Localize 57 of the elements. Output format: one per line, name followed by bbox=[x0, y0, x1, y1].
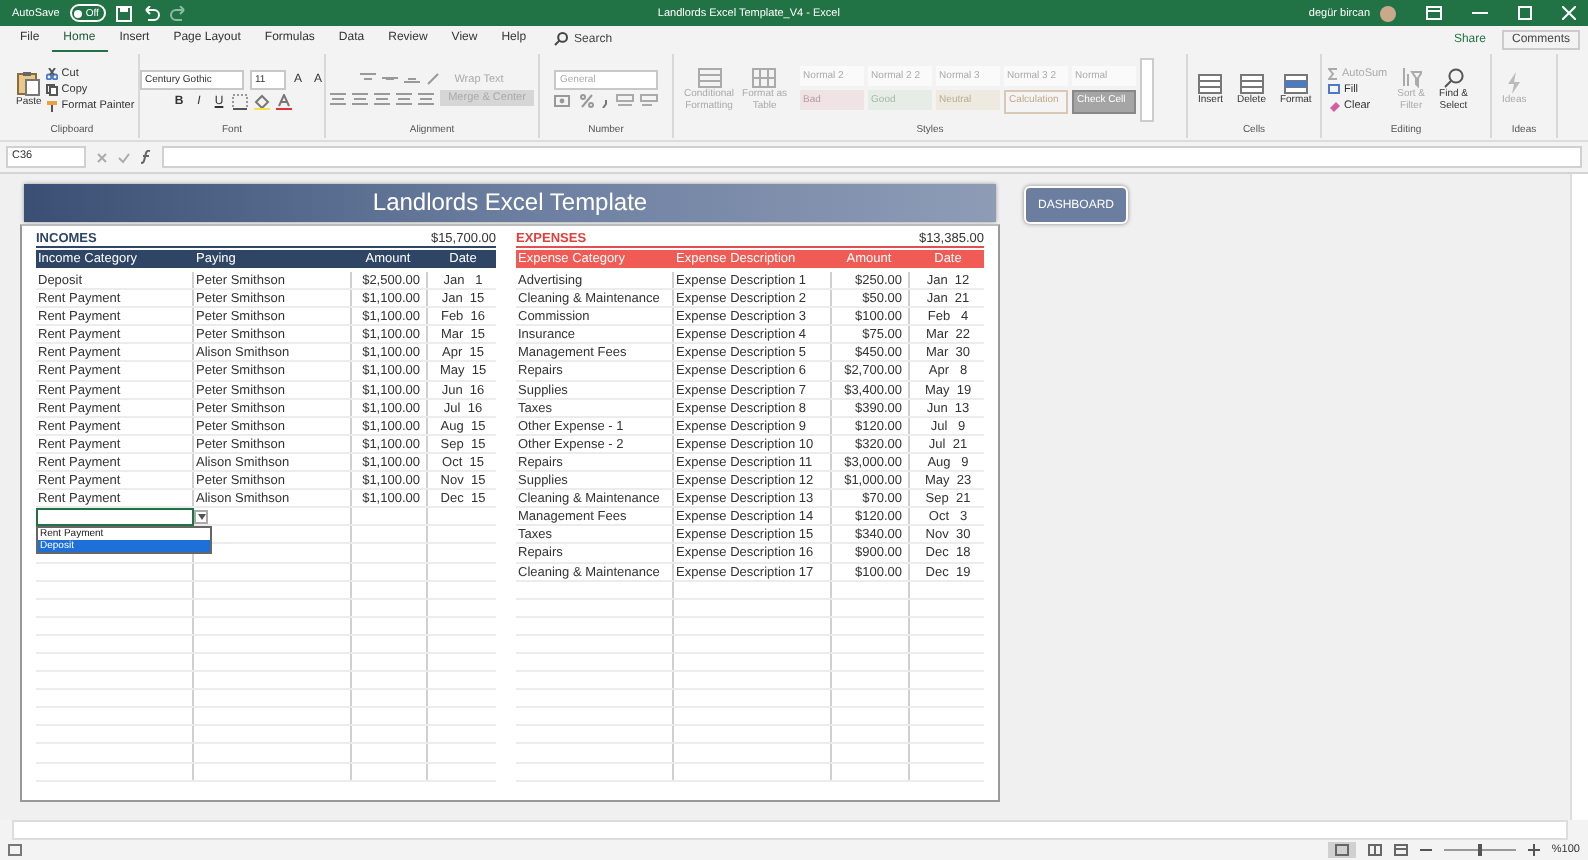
align-icon[interactable] bbox=[330, 91, 347, 105]
dropdown-cell[interactable] bbox=[36, 508, 194, 527]
align-icon[interactable] bbox=[374, 91, 391, 105]
dropdown-arrow-button[interactable] bbox=[194, 510, 208, 525]
sigma-icon bbox=[1328, 67, 1338, 79]
lightning-icon bbox=[1506, 72, 1523, 94]
vertical-align-icon[interactable] bbox=[360, 72, 377, 86]
align-icon[interactable] bbox=[396, 91, 413, 105]
percent-icon[interactable] bbox=[580, 94, 594, 108]
eraser-icon bbox=[1328, 99, 1340, 111]
align-icon[interactable] bbox=[418, 91, 435, 105]
vertical-scrollbar[interactable] bbox=[1570, 174, 1588, 820]
align-icon[interactable] bbox=[352, 91, 369, 105]
normal-view-icon[interactable] bbox=[1327, 842, 1356, 858]
fill-color-icon[interactable] bbox=[254, 93, 270, 109]
orientation-icon[interactable] bbox=[426, 72, 443, 86]
font-color-icon[interactable] bbox=[276, 93, 292, 109]
page-layout-view-icon[interactable] bbox=[1367, 844, 1382, 856]
close-icon[interactable] bbox=[1562, 6, 1576, 20]
copy-icon bbox=[45, 83, 58, 95]
grid-icon bbox=[752, 67, 777, 87]
maximize-icon[interactable] bbox=[1518, 6, 1532, 20]
decimal-increase-icon[interactable] bbox=[616, 94, 634, 108]
zoom-out-icon[interactable] bbox=[1419, 844, 1432, 856]
currency-icon[interactable] bbox=[554, 94, 574, 108]
macro-record-icon[interactable] bbox=[8, 844, 22, 856]
grid-delete-icon bbox=[1239, 73, 1264, 93]
decimal-decrease-icon[interactable] bbox=[640, 94, 658, 108]
grid-format-icon bbox=[1283, 73, 1308, 93]
clipboard-icon bbox=[16, 70, 41, 96]
zoom-in-icon[interactable] bbox=[1527, 844, 1540, 856]
redo-icon[interactable] bbox=[170, 5, 189, 21]
vertical-align-icon[interactable] bbox=[404, 72, 421, 86]
template-banner: Landlords Excel Template bbox=[24, 184, 996, 222]
ribbon-display-icon[interactable] bbox=[1426, 6, 1442, 20]
formula-input[interactable] bbox=[162, 146, 1582, 168]
avatar-circle[interactable] bbox=[1380, 5, 1396, 21]
sort-filter-icon bbox=[1401, 67, 1422, 87]
enter-check-icon[interactable] bbox=[118, 151, 130, 163]
undo-icon[interactable] bbox=[142, 5, 161, 21]
insert-function-icon[interactable] bbox=[140, 150, 152, 164]
comma-icon[interactable] bbox=[600, 94, 610, 108]
vertical-align-icon[interactable] bbox=[382, 72, 399, 86]
search-icon bbox=[554, 32, 569, 46]
paintbrush-icon bbox=[45, 99, 58, 111]
table-icon bbox=[697, 67, 722, 87]
cancel-icon[interactable] bbox=[96, 151, 108, 163]
save-icon[interactable] bbox=[116, 5, 133, 21]
horizontal-scrollbar[interactable] bbox=[12, 820, 1568, 840]
borders-icon[interactable] bbox=[232, 93, 248, 109]
page-break-view-icon[interactable] bbox=[1393, 844, 1408, 856]
zoom-slider[interactable] bbox=[1443, 844, 1516, 856]
magnifier-icon bbox=[1443, 67, 1464, 87]
zoom-slider-thumb[interactable] bbox=[1477, 844, 1482, 856]
fill-down-icon bbox=[1328, 84, 1340, 94]
scissors-icon bbox=[45, 67, 58, 79]
grid-insert-icon bbox=[1198, 73, 1223, 93]
